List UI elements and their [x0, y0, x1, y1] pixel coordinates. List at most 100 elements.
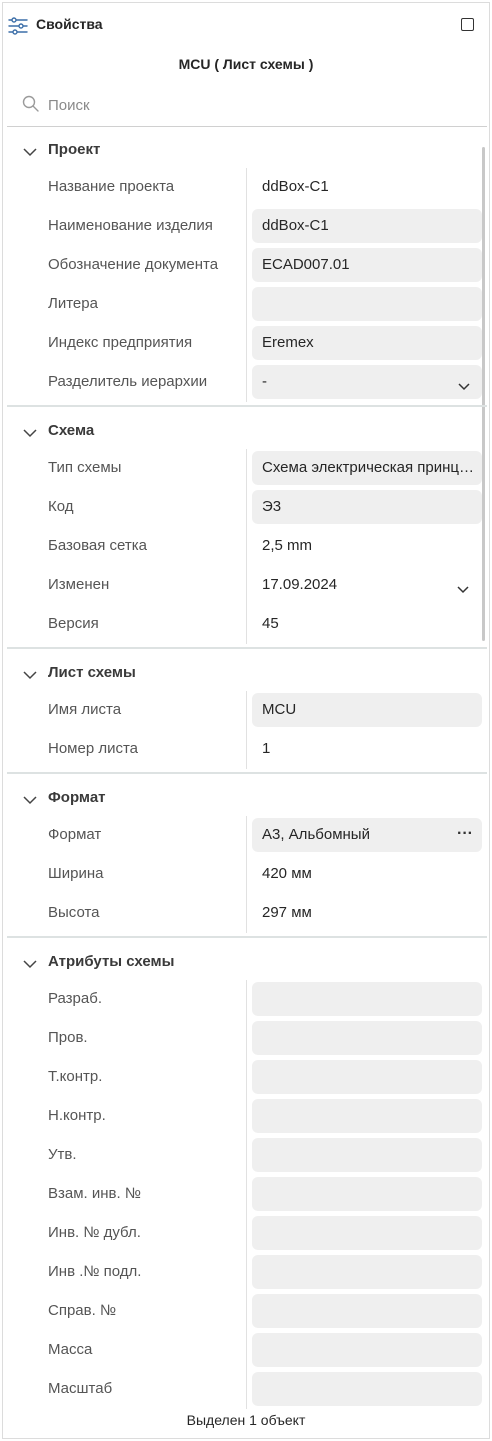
code-field[interactable]: Э3	[252, 490, 482, 524]
replacement-inv-field[interactable]	[252, 1177, 482, 1211]
property-label: Версия	[48, 615, 99, 632]
section-title: Схема	[48, 422, 95, 439]
property-label: Код	[48, 498, 74, 515]
mass-field[interactable]	[252, 1333, 482, 1367]
property-row-duplicate-inv: Инв. № дубл.	[3, 1214, 489, 1253]
property-label: Высота	[48, 904, 100, 921]
property-label: Название проекта	[48, 178, 175, 195]
property-value[interactable]: 45	[262, 615, 279, 632]
property-row-code: Код Э3	[3, 488, 489, 527]
property-row-scale: Масштаб	[3, 1370, 489, 1409]
norm-control-field[interactable]	[252, 1099, 482, 1133]
section-divider	[7, 772, 487, 774]
chevron-down-icon[interactable]	[23, 956, 37, 969]
sheet-name-field[interactable]: MCU	[252, 693, 482, 727]
field-value: -	[262, 373, 267, 390]
chevron-down-icon[interactable]	[23, 792, 37, 805]
original-inv-field[interactable]	[252, 1255, 482, 1289]
product-name-field[interactable]: ddBox-C1	[252, 209, 482, 243]
property-label: Справ. №	[48, 1302, 117, 1319]
chevron-down-icon[interactable]	[23, 667, 37, 680]
field-value: ECAD007.01	[262, 256, 350, 273]
field-value: ddBox-C1	[262, 217, 329, 234]
property-label: Пров.	[48, 1029, 88, 1046]
property-row-modified: Изменен 17.09.2024	[3, 566, 489, 605]
property-row-product-name: Наименование изделия ddBox-C1	[3, 207, 489, 246]
chevron-down-icon[interactable]	[458, 378, 470, 391]
scale-field[interactable]	[252, 1372, 482, 1406]
property-row-base-grid: Базовая сетка 2,5 mm	[3, 527, 489, 566]
property-row-replacement-inv: Взам. инв. №	[3, 1175, 489, 1214]
field-value: Eremex	[262, 334, 314, 351]
property-label: Тип схемы	[48, 459, 122, 476]
section-title: Лист схемы	[48, 664, 136, 681]
property-label: Индекс предприятия	[48, 334, 193, 351]
chevron-down-icon[interactable]	[23, 425, 37, 438]
property-row-format: Формат А3, Альбомный ···	[3, 816, 489, 855]
section-header-sheet[interactable]: Лист схемы	[3, 659, 489, 687]
section-header-project[interactable]: Проект	[3, 136, 489, 164]
property-value[interactable]: 17.09.2024	[262, 576, 337, 593]
property-row-tech-control: Т.контр.	[3, 1058, 489, 1097]
section-title: Атрибуты схемы	[48, 953, 175, 970]
property-row-width: Ширина 420 мм	[3, 855, 489, 894]
property-value[interactable]: ddBox-C1	[262, 178, 329, 195]
property-value[interactable]: 420 мм	[262, 865, 312, 882]
developer-field[interactable]	[252, 982, 482, 1016]
property-label: Т.контр.	[48, 1068, 103, 1085]
property-row-scheme-type: Тип схемы Схема электрическая принципиал…	[3, 449, 489, 488]
panel-title: Свойства	[36, 16, 103, 32]
field-value: MCU	[262, 701, 297, 718]
more-dots-icon[interactable]: ···	[457, 825, 473, 843]
section-divider	[7, 405, 487, 407]
maximize-icon[interactable]	[461, 18, 474, 31]
litera-field[interactable]	[252, 287, 482, 321]
property-label: Изменен	[48, 576, 110, 593]
property-label: Разделитель иерархии	[48, 373, 208, 390]
property-row-developer: Разраб.	[3, 980, 489, 1019]
tech-control-field[interactable]	[252, 1060, 482, 1094]
chevron-down-icon[interactable]	[23, 144, 37, 157]
property-row-checked: Пров.	[3, 1019, 489, 1058]
selection-subtitle: MCU ( Лист схемы )	[178, 56, 314, 72]
document-code-field[interactable]: ECAD007.01	[252, 248, 482, 282]
section-header-scheme[interactable]: Схема	[3, 417, 489, 445]
section-header-format[interactable]: Формат	[3, 784, 489, 812]
property-label: Литера	[48, 295, 98, 312]
section-header-attributes[interactable]: Атрибуты схемы	[3, 948, 489, 976]
section-title: Формат	[48, 789, 106, 806]
property-label: Разраб.	[48, 990, 103, 1007]
property-row-sheet-number: Номер листа 1	[3, 730, 489, 769]
approved-field[interactable]	[252, 1138, 482, 1172]
property-label: Масса	[48, 1341, 93, 1358]
enterprise-index-field[interactable]: Eremex	[252, 326, 482, 360]
property-value[interactable]: 1	[262, 740, 270, 757]
property-label: Инв. № дубл.	[48, 1224, 141, 1241]
property-label: Формат	[48, 826, 102, 843]
search-icon	[21, 94, 41, 114]
checked-field[interactable]	[252, 1021, 482, 1055]
property-row-height: Высота 297 мм	[3, 894, 489, 933]
scheme-type-field[interactable]: Схема электрическая принципиальная	[252, 451, 482, 485]
duplicate-inv-field[interactable]	[252, 1216, 482, 1250]
property-label: Утв.	[48, 1146, 77, 1163]
reference-no-field[interactable]	[252, 1294, 482, 1328]
format-field[interactable]: А3, Альбомный ···	[252, 818, 482, 852]
property-label: Номер листа	[48, 740, 139, 757]
sliders-icon	[8, 16, 28, 36]
panel-header: Свойства	[3, 3, 489, 47]
hierarchy-separator-dropdown[interactable]: -	[252, 365, 482, 399]
property-label: Инв .№ подл.	[48, 1263, 142, 1280]
property-row-project-name: Название проекта ddBox-C1	[3, 168, 489, 207]
property-row-reference-no: Справ. №	[3, 1292, 489, 1331]
search-box[interactable]	[7, 89, 487, 123]
section-divider	[7, 647, 487, 649]
property-row-approved: Утв.	[3, 1136, 489, 1175]
property-row-sheet-name: Имя листа MCU	[3, 691, 489, 730]
property-value[interactable]: 297 мм	[262, 904, 312, 921]
chevron-down-icon[interactable]	[457, 581, 469, 594]
property-label: Масштаб	[48, 1380, 113, 1397]
property-label: Обозначение документа	[48, 256, 219, 273]
search-input[interactable]	[48, 93, 468, 117]
property-value[interactable]: 2,5 mm	[262, 537, 312, 554]
